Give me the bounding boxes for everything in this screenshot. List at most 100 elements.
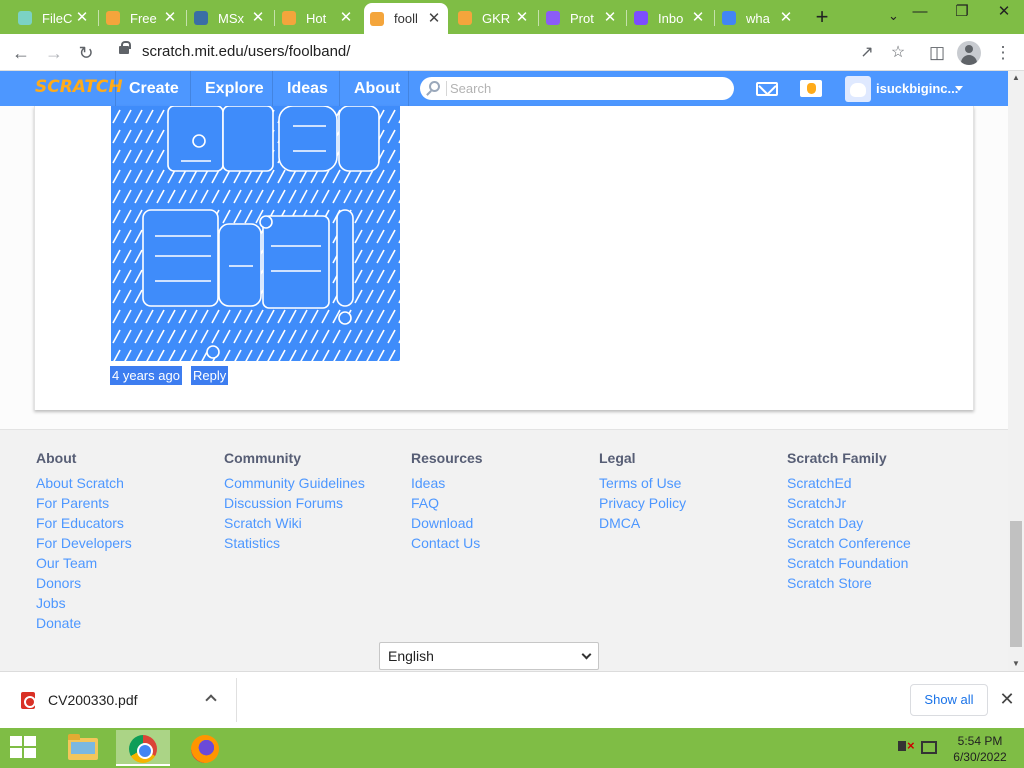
footer-link[interactable]: Scratch Wiki xyxy=(224,513,365,533)
close-tab-icon[interactable]: ✕ xyxy=(162,10,178,26)
close-download-bar-icon[interactable]: ✕ xyxy=(996,686,1018,712)
footer-link[interactable]: Scratch Foundation xyxy=(787,553,911,573)
browser-tab[interactable]: wha ✕ xyxy=(716,4,800,32)
firefox-taskbar-button[interactable] xyxy=(178,730,232,766)
browser-tab[interactable]: Inbo ✕ xyxy=(628,4,712,32)
windows-start-icon[interactable] xyxy=(10,736,38,760)
download-options-chevron-icon[interactable] xyxy=(205,694,217,706)
footer-link[interactable]: Community Guidelines xyxy=(224,473,365,493)
browser-tab[interactable]: fooll ✕ xyxy=(364,3,448,34)
search-input[interactable] xyxy=(448,79,728,98)
nav-create[interactable]: Create xyxy=(129,71,179,106)
tab-separator xyxy=(714,10,715,26)
close-tab-icon[interactable]: ✕ xyxy=(514,10,530,26)
footer-link[interactable]: About Scratch xyxy=(36,473,132,493)
footer-link[interactable]: Privacy Policy xyxy=(599,493,686,513)
scroll-down-arrow-icon[interactable]: ▼ xyxy=(1008,657,1024,671)
footer-link[interactable]: Scratch Store xyxy=(787,573,911,593)
chevron-down-icon xyxy=(581,649,592,660)
browser-tab[interactable]: GKR ✕ xyxy=(452,4,536,32)
footer-link[interactable]: ScratchJr xyxy=(787,493,911,513)
address-bar[interactable]: scratch.mit.edu/users/foolband/ ↗ ☆ xyxy=(108,38,920,67)
browser-tab[interactable]: Hot ✕ xyxy=(276,4,360,32)
user-avatar[interactable] xyxy=(845,76,871,102)
download-file-name[interactable]: CV200330.pdf xyxy=(48,692,138,708)
firefox-icon xyxy=(191,735,219,763)
footer-link[interactable]: Discussion Forums xyxy=(224,493,365,513)
nav-ideas[interactable]: Ideas xyxy=(287,71,328,106)
footer-link[interactable]: Terms of Use xyxy=(599,473,686,493)
system-clock[interactable]: 5:54 PM 6/30/2022 xyxy=(940,733,1020,765)
footer-link[interactable]: DMCA xyxy=(599,513,686,533)
footer-link[interactable]: ScratchEd xyxy=(787,473,911,493)
close-tab-icon[interactable]: ✕ xyxy=(426,10,442,27)
menu-kebab-icon[interactable]: ⋮ xyxy=(990,40,1016,66)
footer-link[interactable]: Donors xyxy=(36,573,132,593)
account-dropdown-caret-icon[interactable] xyxy=(955,86,963,91)
pdf-file-icon[interactable] xyxy=(21,692,36,709)
footer-link[interactable]: Scratch Conference xyxy=(787,533,911,553)
forward-button[interactable]: → xyxy=(41,40,67,66)
download-bar: CV200330.pdf Show all ✕ xyxy=(0,671,1024,728)
close-tab-icon[interactable]: ✕ xyxy=(250,10,266,26)
scratch-search-box[interactable] xyxy=(420,77,734,100)
restore-button[interactable]: ❐ xyxy=(942,0,982,28)
my-stuff-folder-icon[interactable] xyxy=(800,80,822,97)
close-tab-icon[interactable]: ✕ xyxy=(690,10,706,26)
clock-time: 5:54 PM xyxy=(957,734,1003,748)
close-tab-icon[interactable]: ✕ xyxy=(74,10,90,26)
footer-column-heading: About xyxy=(36,450,77,466)
lock-icon[interactable] xyxy=(119,41,131,54)
footer-link[interactable]: FAQ xyxy=(411,493,483,513)
footer-link[interactable]: For Parents xyxy=(36,493,132,513)
nav-about[interactable]: About xyxy=(354,71,400,106)
reload-button[interactable]: ↻ xyxy=(73,40,99,66)
close-tab-icon[interactable]: ✕ xyxy=(602,10,618,26)
clock-date: 6/30/2022 xyxy=(953,750,1007,764)
messages-mail-icon[interactable] xyxy=(756,82,778,96)
chrome-taskbar-button[interactable] xyxy=(116,730,170,766)
bookmark-star-icon[interactable]: ☆ xyxy=(887,42,909,64)
network-icon[interactable] xyxy=(921,741,937,754)
close-window-button[interactable]: ✕ xyxy=(984,0,1024,28)
footer-link[interactable]: Jobs xyxy=(36,593,132,613)
footer-link[interactable]: For Educators xyxy=(36,513,132,533)
footer-link[interactable]: Ideas xyxy=(411,473,483,493)
language-select[interactable]: English xyxy=(379,642,599,670)
back-button[interactable]: ← xyxy=(8,40,34,66)
footer-link[interactable]: Scratch Day xyxy=(787,513,911,533)
browser-tab[interactable]: FileC ✕ xyxy=(12,4,96,32)
scrollbar-thumb[interactable] xyxy=(1010,521,1022,647)
nav-divider xyxy=(272,71,273,106)
scroll-up-arrow-icon[interactable]: ▲ xyxy=(1008,71,1024,85)
tab-title: MSx xyxy=(218,10,244,26)
footer-link[interactable]: Download xyxy=(411,513,483,533)
side-panel-icon[interactable]: ◫ xyxy=(924,40,950,66)
browser-tab[interactable]: Free ✕ xyxy=(100,4,184,32)
tab-search-chevron-icon[interactable]: ⌄ xyxy=(888,8,899,24)
nav-explore[interactable]: Explore xyxy=(205,71,264,106)
new-tab-button[interactable]: + xyxy=(810,4,834,30)
browser-tab[interactable]: Prot ✕ xyxy=(540,4,624,32)
scratch-logo[interactable]: SCRATCH xyxy=(35,77,123,97)
footer-link[interactable]: Donate xyxy=(36,613,132,633)
minimize-button[interactable]: — xyxy=(900,0,940,28)
footer-link[interactable]: For Developers xyxy=(36,533,132,553)
show-all-downloads-button[interactable]: Show all xyxy=(910,684,988,716)
footer-link[interactable]: Contact Us xyxy=(411,533,483,553)
close-tab-icon[interactable]: ✕ xyxy=(338,10,354,26)
tab-favicon-icon xyxy=(370,11,384,26)
username-label[interactable]: isuckbiginc... xyxy=(876,71,958,106)
url-text[interactable]: scratch.mit.edu/users/foolband/ xyxy=(142,43,350,60)
footer-link[interactable]: Our Team xyxy=(36,553,132,573)
page-scrollbar[interactable]: ▲ ▼ xyxy=(1008,71,1024,671)
nav-divider xyxy=(339,71,340,106)
close-tab-icon[interactable]: ✕ xyxy=(778,10,794,26)
comment-reply-link[interactable]: Reply xyxy=(191,366,229,385)
browser-tab[interactable]: MSx ✕ xyxy=(188,4,272,32)
share-icon[interactable]: ↗ xyxy=(856,42,878,64)
footer-link[interactable]: Statistics xyxy=(224,533,365,553)
profile-avatar-icon[interactable] xyxy=(957,41,981,65)
file-explorer-taskbar-button[interactable] xyxy=(54,730,108,766)
speaker-muted-icon[interactable] xyxy=(898,738,915,753)
